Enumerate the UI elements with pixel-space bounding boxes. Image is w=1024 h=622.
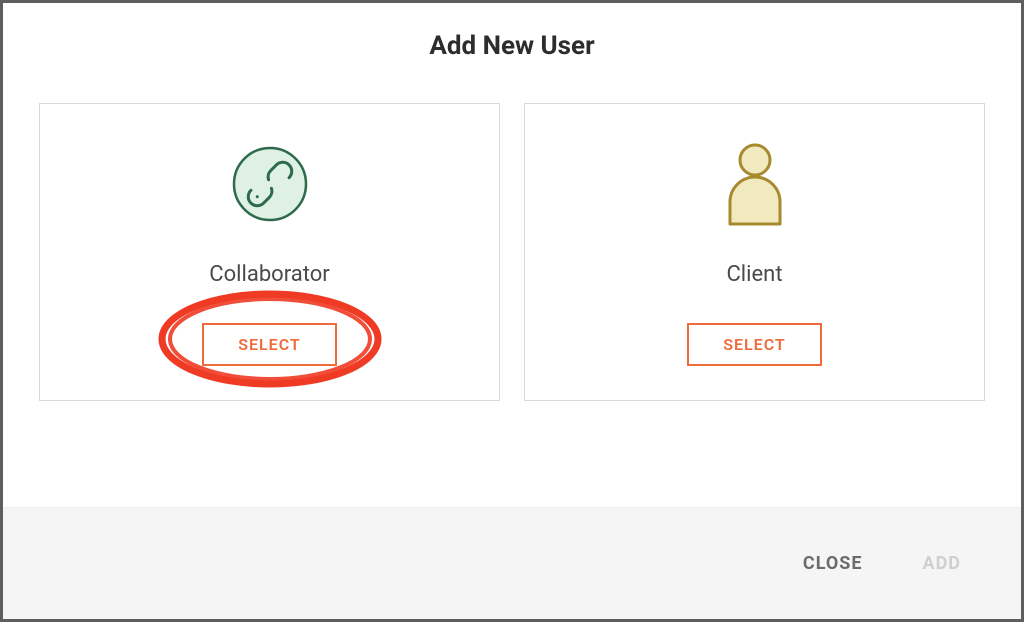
card-label-collaborator: Collaborator xyxy=(209,262,329,287)
modal-footer: CLOSE ADD xyxy=(3,507,1021,619)
modal-title: Add New User xyxy=(39,31,985,61)
add-user-modal: Add New User Collaborator SELECT xyxy=(0,0,1024,622)
modal-body: Add New User Collaborator SELECT xyxy=(3,3,1021,507)
link-icon xyxy=(231,144,309,224)
card-client: Client SELECT xyxy=(524,103,985,401)
close-button[interactable]: CLOSE xyxy=(803,553,863,574)
user-type-cards: Collaborator SELECT Client SELECT xyxy=(39,103,985,401)
select-client-button[interactable]: SELECT xyxy=(687,323,822,366)
card-collaborator: Collaborator SELECT xyxy=(39,103,500,401)
select-collaborator-button[interactable]: SELECT xyxy=(202,323,337,366)
add-button: ADD xyxy=(923,553,962,574)
person-icon xyxy=(720,144,790,224)
card-label-client: Client xyxy=(726,262,782,287)
